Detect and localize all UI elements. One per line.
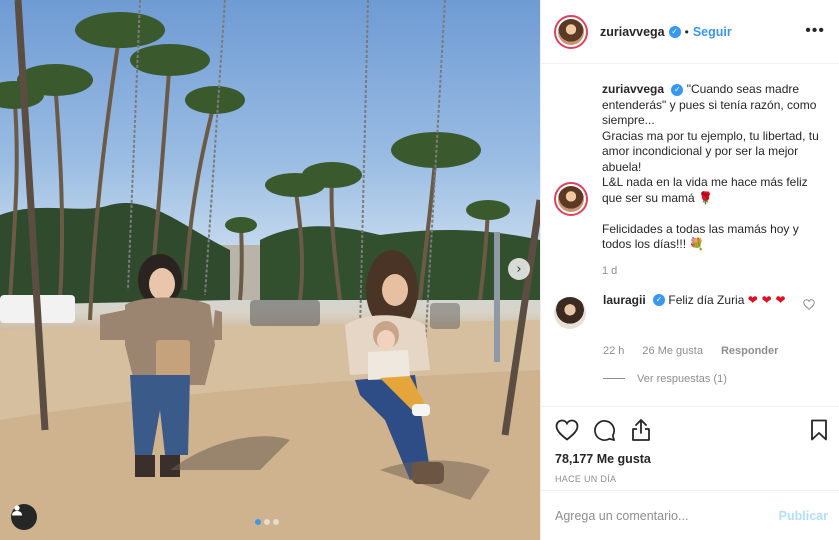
caption-author-avatar[interactable] — [554, 182, 588, 216]
comment-meta: 22 h 26 Me gusta Responder — [603, 345, 827, 357]
next-photo-button[interactable]: › — [508, 258, 530, 280]
commenter-username[interactable]: lauragii — [603, 293, 646, 307]
photo-illustration — [0, 0, 540, 540]
post-actions: 78,177 Me gusta HACE UN DÍA — [541, 406, 839, 502]
comment-like-heart-icon[interactable] — [803, 298, 815, 310]
carousel-dot — [264, 519, 270, 525]
verified-badge-icon: ✓ — [653, 294, 666, 307]
reply-button[interactable]: Responder — [721, 345, 778, 357]
comment-icon[interactable] — [593, 419, 616, 442]
caption-body: "Cuando seas madre entenderás" y pues si… — [602, 82, 819, 251]
bookmark-icon[interactable] — [810, 419, 828, 441]
author-avatar[interactable] — [554, 14, 588, 49]
carousel-indicator — [255, 519, 279, 525]
caption-text: zuriavvega ✓ "Cuando seas madre entender… — [602, 82, 822, 253]
post-header: zuriavvega ✓ • Seguir ••• — [541, 0, 839, 64]
post-timestamp[interactable]: HACE UN DÍA — [555, 474, 828, 484]
commenter-avatar[interactable] — [554, 296, 586, 329]
action-icons — [555, 416, 828, 444]
comment-body: Feliz día Zuria — [668, 292, 745, 307]
caption-username[interactable]: zuriavvega — [602, 82, 664, 96]
carousel-dot — [273, 519, 279, 525]
tagged-users-button[interactable] — [11, 504, 37, 530]
separator-dot: • — [684, 24, 689, 39]
comments-section: zuriavvega ✓ "Cuando seas madre entender… — [541, 64, 839, 406]
user-icon — [12, 505, 22, 516]
follow-button[interactable]: Seguir — [693, 25, 732, 39]
view-replies-button[interactable]: Ver respuestas (1) — [603, 373, 827, 385]
likes-count[interactable]: 78,177 Me gusta — [555, 452, 828, 466]
post-panel: zuriavvega ✓ • Seguir ••• zuriavvega ✓ "… — [540, 0, 839, 540]
author-username[interactable]: zuriavvega — [600, 25, 665, 39]
more-options-icon[interactable]: ••• — [805, 22, 825, 40]
replies-line — [603, 378, 625, 379]
publish-button[interactable]: Publicar — [779, 509, 828, 523]
carousel-dot — [255, 519, 261, 525]
comment-item: lauragii ✓ Feliz día Zuria ❤ ❤ ❤ — [554, 293, 827, 329]
share-icon[interactable] — [630, 418, 652, 442]
comment-time[interactable]: 22 h — [603, 345, 624, 357]
chevron-right-icon: › — [516, 261, 522, 277]
comment-text: lauragii ✓ Feliz día Zuria ❤ ❤ ❤ — [603, 293, 793, 329]
heart-emojis: ❤ ❤ ❤ — [747, 292, 786, 307]
caption-time: 1 d — [602, 264, 618, 277]
verified-badge-icon: ✓ — [668, 25, 681, 38]
heart-icon[interactable] — [555, 419, 579, 441]
view-replies-label: Ver respuestas (1) — [637, 372, 727, 385]
verified-badge-icon: ✓ — [671, 83, 684, 96]
comment-input[interactable] — [555, 508, 779, 523]
comment-likes[interactable]: 26 Me gusta — [642, 345, 703, 357]
add-comment-bar: Publicar — [541, 490, 839, 540]
caption: zuriavvega ✓ "Cuando seas madre entender… — [554, 82, 827, 253]
post-photo[interactable]: › — [0, 0, 540, 540]
